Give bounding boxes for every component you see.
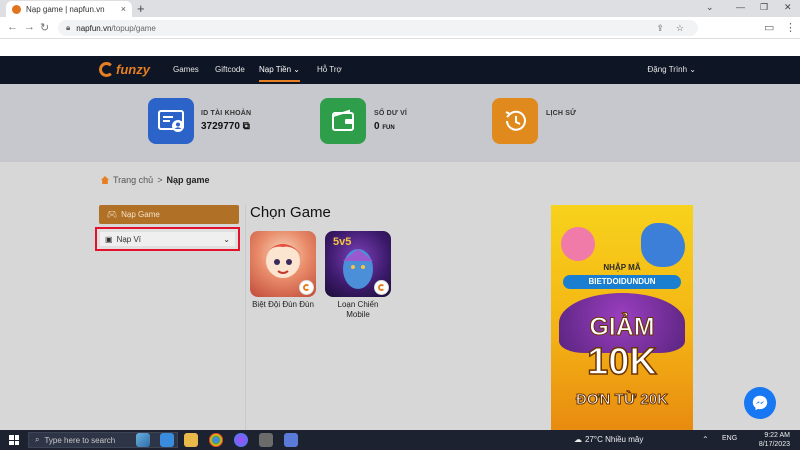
highlight-box: ▣ Nạp Ví ⌄: [95, 227, 240, 251]
history-label[interactable]: LỊCH SỬ: [546, 110, 576, 117]
window-maximize-button[interactable]: ❐: [760, 2, 768, 13]
messenger-chat-button[interactable]: [744, 387, 776, 419]
window-minimize-button[interactable]: —: [736, 2, 745, 12]
file-explorer-icon[interactable]: [184, 433, 198, 447]
media-player-icon[interactable]: [284, 433, 298, 447]
breadcrumb-separator: >: [157, 175, 163, 185]
sidebar-item-nap-game[interactable]: 🎮︎ Nạp Game: [99, 205, 239, 224]
promo-pink-character: [561, 227, 595, 261]
active-nav-underline: [259, 80, 300, 82]
back-arrow-icon[interactable]: ←: [7, 21, 18, 33]
nav-giftcode[interactable]: Giftcode: [215, 65, 245, 74]
user-menu[interactable]: Đặng Trình ⌄: [647, 65, 696, 74]
game-card-biet-doi-dun-dun[interactable]: Biệt Đội Đùn Đùn: [250, 231, 316, 310]
promo-blue-character: [641, 223, 685, 267]
promo-discount-amount: 10K: [586, 340, 657, 384]
game-thumbnail[interactable]: [250, 231, 316, 297]
chevron-down-icon: ⌄: [293, 65, 300, 74]
window-close-button[interactable]: ✕: [784, 2, 792, 13]
browser-menu-icon[interactable]: ⋮: [785, 21, 796, 34]
task-view-icon[interactable]: [160, 433, 174, 447]
tab-close-icon[interactable]: ×: [121, 4, 126, 14]
share-icon[interactable]: ⇪: [656, 23, 670, 34]
site-header: funzy Games Giftcode Nạp Tiền ⌄ Hỗ Trợ Đ…: [0, 56, 800, 84]
app-icon[interactable]: [259, 433, 273, 447]
game-card-loan-chien-mobile[interactable]: 5v5 Loạn Chiến Mobile: [325, 231, 391, 320]
history-tile[interactable]: [492, 98, 538, 144]
cloud-icon: ☁: [574, 435, 582, 444]
windows-taskbar: ⌕ Type here to search ☁ 27°C Nhiều mây ⌃…: [0, 430, 800, 450]
nav-nap-tien[interactable]: Nạp Tiền ⌄: [259, 65, 300, 74]
promo-minimum-order: ĐƠN TỪ 20K: [576, 391, 669, 409]
sidebar-item-nap-vi[interactable]: ▣ Nạp Ví ⌄: [100, 232, 235, 246]
search-icon: ⌕: [35, 435, 40, 444]
gamepad-icon: 🎮︎: [107, 210, 118, 219]
taskbar-weather[interactable]: ☁ 27°C Nhiều mây: [574, 435, 643, 444]
system-tray-icons[interactable]: ⌃: [702, 435, 709, 444]
account-card-icon: [158, 110, 184, 132]
breadcrumb: Trang chủ > Nạp game: [101, 175, 209, 185]
page-title: Chọn Game: [250, 204, 331, 221]
wallet-balance-value: 0 FUN: [374, 121, 395, 132]
history-clock-icon: [505, 110, 526, 131]
messenger-taskbar-icon[interactable]: [234, 433, 248, 447]
account-id-tile: [148, 98, 194, 144]
url-text[interactable]: napfun.vn/topup/game: [76, 24, 650, 33]
chrome-icon[interactable]: [209, 433, 223, 447]
account-id-label: ID TÀI KHOẢN: [201, 110, 252, 117]
nav-games[interactable]: Games: [173, 65, 199, 74]
chevron-down-icon: ⌄: [223, 234, 230, 244]
wallet-icon: [332, 109, 354, 131]
promo-code-pill: BIETDOIDUNDUN: [563, 275, 681, 289]
home-icon: [101, 176, 109, 184]
new-tab-button[interactable]: +: [137, 1, 145, 16]
breadcrumb-home-link[interactable]: Trang chủ: [113, 175, 153, 185]
tab-search-icon[interactable]: ⌄: [706, 2, 714, 13]
wallet-tile: [320, 98, 366, 144]
chevron-down-icon: ⌄: [689, 65, 696, 74]
funzy-badge-icon: [374, 280, 389, 295]
promo-discount-word: GIẢM: [589, 313, 655, 342]
taskbar-widget-icon[interactable]: [136, 433, 150, 447]
funzy-logo[interactable]: funzy: [99, 62, 150, 77]
browser-tabstrip: Nạp game | napfun.vn × + ⌄ — ❐ ✕: [0, 0, 800, 17]
account-stats-band: [0, 84, 800, 162]
sidebar-panel-icon[interactable]: ▭: [764, 21, 774, 34]
site-favicon-icon: [12, 4, 21, 14]
wallet-balance-label: SỐ DƯ VÍ: [374, 110, 408, 117]
lock-icon: 🔒︎: [66, 23, 71, 32]
messenger-icon: [752, 395, 768, 411]
promo-enter-code-text: NHẬP MÃ: [603, 263, 641, 272]
wallet-small-icon: ▣: [105, 234, 113, 244]
tab-title: Nạp game | napfun.vn: [26, 4, 105, 14]
promo-banner[interactable]: NHẬP MÃ BIETDOIDUNDUN GIẢM 10K ĐƠN TỪ 20…: [551, 205, 693, 430]
browser-toolbar: ← → ↻ 🔒︎ napfun.vn/topup/game ⇪ ☆ ▭ ⋮: [0, 17, 800, 39]
funzy-logo-mark-icon: [99, 62, 114, 77]
input-language[interactable]: ENG: [722, 435, 737, 442]
sidebar-divider: [245, 205, 246, 430]
svg-text:5v5: 5v5: [333, 236, 351, 248]
bookmark-star-icon[interactable]: ☆: [676, 23, 690, 34]
address-bar[interactable]: 🔒︎ napfun.vn/topup/game ⇪ ☆: [58, 20, 698, 36]
forward-arrow-icon[interactable]: →: [24, 21, 35, 33]
browser-tab-active[interactable]: Nạp game | napfun.vn ×: [6, 1, 132, 17]
windows-start-icon[interactable]: [9, 435, 19, 445]
breadcrumb-current: Nạp game: [166, 175, 210, 185]
account-id-value: 3729770 ⧉: [201, 121, 250, 132]
game-thumbnail[interactable]: 5v5: [325, 231, 391, 297]
funzy-badge-icon: [299, 280, 314, 295]
reload-icon[interactable]: ↻: [40, 21, 49, 34]
taskbar-search-box[interactable]: ⌕ Type here to search: [28, 432, 178, 448]
taskbar-clock[interactable]: 9:22 AM 8/17/2023: [740, 431, 790, 449]
copy-icon[interactable]: ⧉: [243, 121, 250, 132]
nav-ho-tro[interactable]: Hỗ Trợ: [317, 65, 342, 74]
